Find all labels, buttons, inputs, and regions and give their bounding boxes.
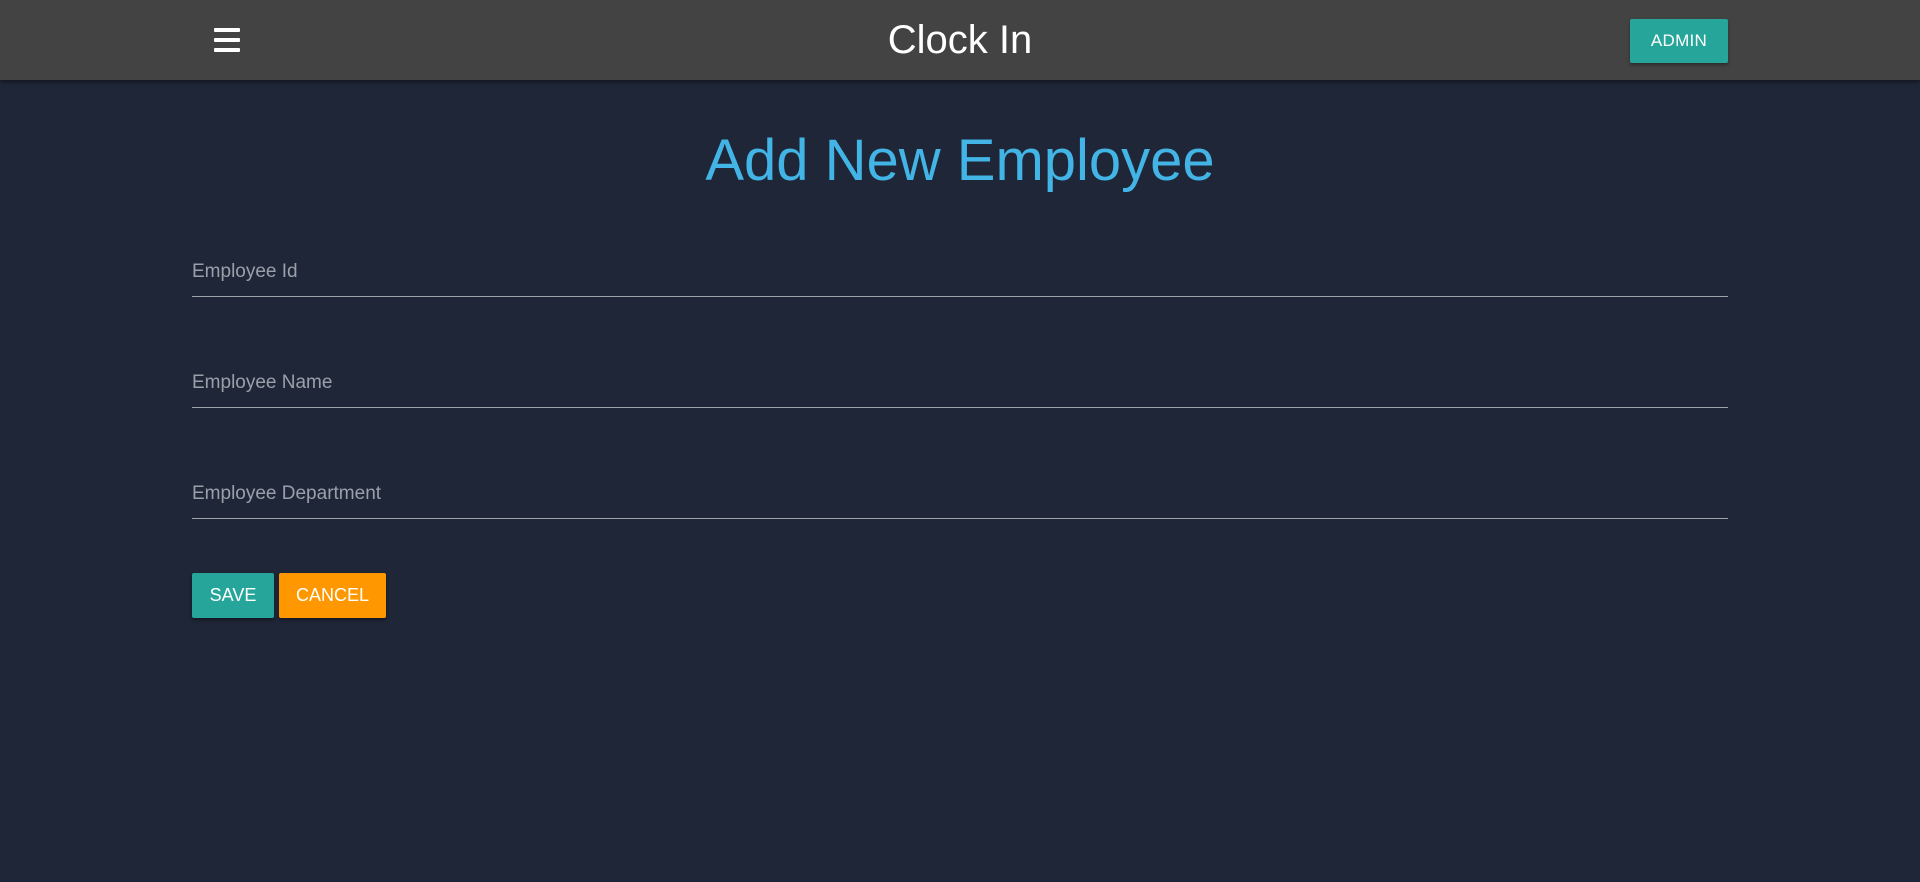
page-title: Add New Employee xyxy=(705,128,1215,193)
employee-name-input[interactable] xyxy=(192,359,1728,407)
employee-name-field xyxy=(192,359,1728,408)
hamburger-menu-icon[interactable] xyxy=(212,26,242,54)
save-button[interactable]: SAVE xyxy=(192,573,274,618)
employee-id-field xyxy=(192,248,1728,297)
top-app-bar: Clock In ADMIN xyxy=(0,0,1920,80)
employee-department-input[interactable] xyxy=(192,470,1728,518)
employee-department-field xyxy=(192,470,1728,519)
admin-button[interactable]: ADMIN xyxy=(1630,19,1728,63)
cancel-button[interactable]: CANCEL xyxy=(279,573,386,618)
employee-id-input[interactable] xyxy=(192,248,1728,296)
